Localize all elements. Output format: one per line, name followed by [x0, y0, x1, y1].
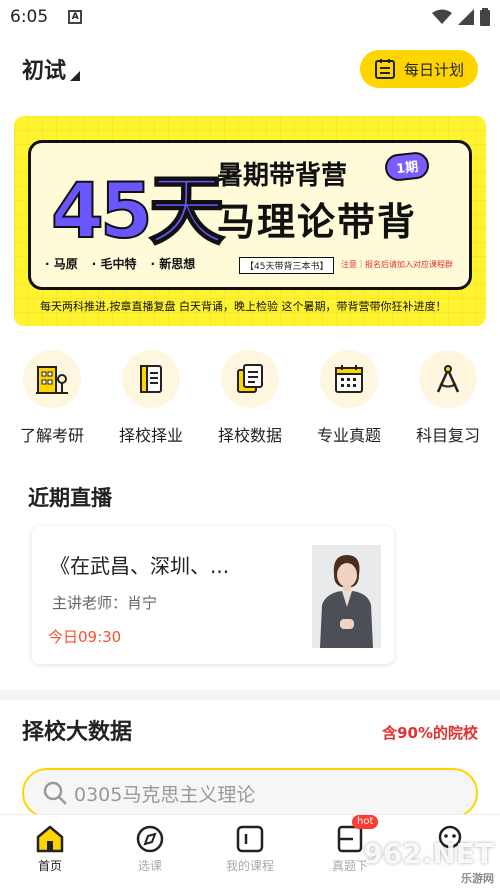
- watermark-main: 962.NET: [363, 837, 494, 870]
- tab-label: 选课: [137, 859, 162, 873]
- category-subject-review[interactable]: 科目复习: [402, 350, 494, 456]
- category-nav: 了解考研 择校择业 择校数据 专业真题 科目复习: [0, 336, 500, 456]
- tab-label: 我的课程: [225, 859, 274, 873]
- home-icon: [36, 825, 64, 853]
- tab-my-courses[interactable]: 我的课程: [200, 815, 300, 890]
- tab-label: 首页: [37, 859, 62, 873]
- notification-icon: A: [68, 10, 83, 24]
- documents-icon: [221, 350, 279, 408]
- banner-subject: 马理论带背: [217, 200, 418, 244]
- banner-tag: · 毛中特: [91, 257, 137, 271]
- category-label: 择校数据: [217, 426, 282, 445]
- section-title: 近期直播: [28, 486, 112, 510]
- category-major-papers[interactable]: 专业真题: [303, 350, 395, 456]
- live-card-time: 今日09:30: [48, 628, 122, 646]
- plan-list-icon: [374, 59, 395, 79]
- hot-badge: hot: [352, 815, 379, 829]
- dropdown-triangle-icon: [70, 71, 81, 81]
- daily-plan-label: 每日计划: [403, 60, 464, 79]
- category-school-data[interactable]: 择校数据: [204, 350, 296, 456]
- category-label: 了解考研: [19, 426, 84, 445]
- tab-courses[interactable]: 选课: [100, 815, 200, 890]
- battery-icon: [480, 8, 490, 26]
- status-bar: 6:05 A: [0, 0, 500, 34]
- promo-banner[interactable]: 45天 暑期带背营 1期 马理论带背 · 马原 · 毛中特 · 新思想 【45天…: [14, 116, 486, 326]
- teacher-photo: [312, 545, 381, 648]
- banner-slogan: 每天两科推进,按章直播复盘 白天背诵，晚上检验 这个暑期，带背营带你狂补进度！: [40, 300, 447, 313]
- status-time: 6:05: [10, 7, 49, 27]
- category-label: 科目复习: [415, 426, 480, 445]
- daily-plan-button[interactable]: 每日计划: [359, 50, 478, 88]
- search-icon: [43, 781, 67, 805]
- watermark-sub: 乐游网: [461, 872, 494, 885]
- exam-type-label: 初试: [22, 59, 67, 84]
- exam-type-selector[interactable]: 初试: [22, 53, 81, 85]
- banner-frame: 45天 暑期带背营 1期 马理论带背 · 马原 · 毛中特 · 新思想 【45天…: [28, 140, 472, 290]
- banner-note: 注意｜报名后请加入对应课程群: [341, 260, 453, 269]
- section-title: 择校大数据: [22, 720, 133, 745]
- building-icon: [23, 350, 81, 408]
- banner-tag: · 新思想: [150, 257, 196, 271]
- banner-tag: · 马原: [45, 257, 78, 271]
- category-school-career[interactable]: 择校择业: [105, 350, 197, 456]
- tab-home[interactable]: 首页: [0, 815, 100, 890]
- wifi-icon: [432, 9, 452, 24]
- recent-live-section: 近期直播 《在武昌、深圳、... 主讲老师：肖宁 今日09:30: [0, 456, 500, 690]
- banner-section: 45天 暑期带背营 1期 马理论带背 · 马原 · 毛中特 · 新思想 【45天…: [0, 104, 500, 336]
- download-icon: [337, 825, 363, 853]
- banner-camp: 暑期带背营: [217, 161, 348, 191]
- signal-icon: [458, 9, 474, 25]
- calendar-icon: [320, 350, 378, 408]
- school-search-input[interactable]: 0305马克思主义理论: [22, 768, 478, 818]
- live-card-teacher: 主讲老师：肖宁: [52, 594, 158, 612]
- banner-issue-badge: 1期: [383, 150, 431, 183]
- banner-tags: · 马原 · 毛中特 · 新思想: [45, 255, 195, 272]
- live-card-title: 《在武昌、深圳、...: [50, 554, 230, 578]
- school-bigdata-section: 择校大数据 含90%的院校 0305马克思主义理论: [0, 690, 500, 818]
- category-label: 专业真题: [316, 426, 381, 445]
- course-icon: [236, 825, 264, 853]
- banner-days: 45天: [50, 165, 226, 256]
- site-watermark: 962.NET 乐游网: [363, 837, 494, 886]
- banner-books: 【45天带背三本书】: [239, 257, 335, 274]
- live-card[interactable]: 《在武昌、深圳、... 主讲老师：肖宁 今日09:30: [32, 526, 394, 664]
- compass-icon: [419, 350, 477, 408]
- bottom-tab-bar: 首页 选课 我的课程 hot 真题下 962.NET 乐游网: [0, 814, 500, 890]
- coverage-tag[interactable]: 含90%的院校: [382, 722, 478, 743]
- status-icons: [432, 8, 490, 26]
- compass-icon: [136, 825, 164, 853]
- category-label: 择校择业: [118, 426, 183, 445]
- category-learn-exam[interactable]: 了解考研: [6, 350, 98, 456]
- search-placeholder: 0305马克思主义理论: [74, 783, 256, 806]
- scroll-icon: [122, 350, 180, 408]
- top-header: 初试 每日计划: [0, 34, 500, 104]
